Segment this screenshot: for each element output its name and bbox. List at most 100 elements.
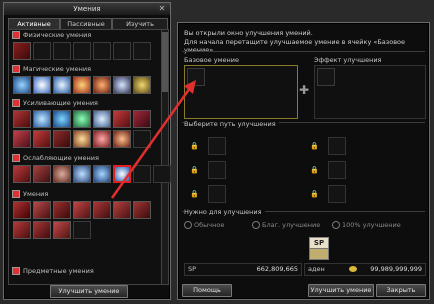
skill-list-scrollbar[interactable]	[161, 29, 169, 285]
adena-box: аден 99,989,999,999	[304, 263, 426, 276]
effect-label: Эффект улучшения	[314, 56, 382, 64]
help-button[interactable]: Помощь	[182, 284, 232, 297]
empty-slot[interactable]	[53, 42, 71, 60]
buff-skill-row	[13, 110, 151, 128]
skill-icon[interactable]	[33, 221, 51, 239]
section-debuff[interactable]: Ослабляющие умения	[12, 154, 99, 163]
empty-slot[interactable]	[93, 42, 111, 60]
adena-icon	[349, 266, 357, 272]
tab-active[interactable]: Активные	[8, 18, 60, 29]
sp-box: SP 662,809,665	[184, 263, 302, 276]
skill-icon[interactable]	[93, 165, 111, 183]
radio-100[interactable]: 100% улучшение	[332, 221, 401, 229]
radio-icon	[252, 221, 260, 229]
skill-icon[interactable]	[73, 201, 91, 219]
skill-icon[interactable]	[93, 110, 111, 128]
skill-icon[interactable]	[113, 76, 131, 94]
skill-icon[interactable]	[113, 130, 131, 148]
empty-slot[interactable]	[133, 165, 151, 183]
skill-icon[interactable]	[33, 110, 51, 128]
section-buff[interactable]: Усиливающие умения	[12, 99, 98, 108]
skill-icon[interactable]	[33, 165, 51, 183]
skill-icon[interactable]	[73, 110, 91, 128]
skill-icon[interactable]	[93, 201, 111, 219]
sp-label: SP	[188, 265, 197, 273]
path-slot[interactable]	[208, 185, 226, 203]
lock-icon: 🔒	[310, 190, 319, 198]
empty-slot[interactable]	[133, 42, 151, 60]
divider	[182, 51, 425, 52]
learn-skill-button[interactable]: Улучшить умение	[50, 285, 128, 298]
section-item-skills[interactable]: Предметные умения	[12, 267, 94, 276]
path-slot[interactable]	[328, 185, 346, 203]
radio-icon	[332, 221, 340, 229]
close-button[interactable]: Закрыть	[376, 284, 426, 297]
empty-slot[interactable]	[113, 42, 131, 60]
radio-blessed[interactable]: Благ. улучшение	[252, 221, 320, 229]
empty-slot[interactable]	[133, 130, 151, 148]
collapse-icon[interactable]	[12, 31, 20, 39]
tab-passive[interactable]: Пассивные	[60, 18, 112, 29]
skill-icon[interactable]	[13, 221, 31, 239]
skill-icon[interactable]	[13, 165, 31, 183]
skill-icon[interactable]	[73, 76, 91, 94]
skills-window: Умения ✕ Активные Пассивные Изучить умен…	[3, 2, 171, 300]
section-label: Физические умения	[23, 31, 92, 39]
skill-icon[interactable]	[13, 42, 31, 60]
skill-icon[interactable]	[13, 130, 31, 148]
skill-icon[interactable]	[53, 201, 71, 219]
skill-icon[interactable]	[33, 201, 51, 219]
section-skills[interactable]: Умения	[12, 190, 48, 199]
empty-slot[interactable]	[73, 221, 91, 239]
skill-icon[interactable]	[33, 130, 51, 148]
skill-icon[interactable]	[53, 110, 71, 128]
skills-row	[13, 201, 151, 219]
skill-icon[interactable]	[53, 76, 71, 94]
skill-icon[interactable]	[133, 76, 151, 94]
skill-icon[interactable]	[53, 165, 71, 183]
close-icon[interactable]: ✕	[157, 4, 167, 14]
base-skill-slot[interactable]	[187, 68, 205, 86]
skills-row-2	[13, 221, 91, 239]
radio-icon	[184, 221, 192, 229]
skill-icon[interactable]	[13, 201, 31, 219]
enhance-button[interactable]: Улучшить умение	[308, 284, 374, 297]
skill-icon[interactable]	[73, 165, 91, 183]
empty-slot[interactable]	[33, 42, 51, 60]
section-magic[interactable]: Магические умения	[12, 65, 91, 74]
collapse-icon[interactable]	[12, 267, 20, 275]
skill-icon[interactable]	[133, 110, 151, 128]
collapse-icon[interactable]	[12, 154, 20, 162]
skill-icon[interactable]	[13, 76, 31, 94]
path-slot[interactable]	[328, 161, 346, 179]
skill-icon[interactable]	[33, 76, 51, 94]
skill-icon[interactable]	[73, 130, 91, 148]
skill-icon[interactable]	[53, 221, 71, 239]
skill-icon[interactable]	[93, 130, 111, 148]
path-slot[interactable]	[208, 161, 226, 179]
empty-slot[interactable]	[73, 42, 91, 60]
skill-icon[interactable]	[93, 76, 111, 94]
section-label: Ослабляющие умения	[23, 154, 99, 162]
scroll-thumb[interactable]	[162, 32, 168, 92]
collapse-icon[interactable]	[12, 65, 20, 73]
lock-icon: 🔒	[190, 142, 199, 150]
skill-icon[interactable]	[113, 110, 131, 128]
path-slot[interactable]	[208, 137, 226, 155]
path-slot[interactable]	[328, 137, 346, 155]
effect-slot	[317, 68, 335, 86]
tab-learn[interactable]: Изучить умение	[112, 18, 168, 38]
skill-icon[interactable]	[133, 201, 151, 219]
skill-icon[interactable]	[113, 201, 131, 219]
debuff-skill-row	[13, 165, 171, 183]
buff-skill-row-2	[13, 130, 151, 148]
radio-normal[interactable]: Обычное	[184, 221, 224, 229]
section-physical[interactable]: Физические умения	[12, 31, 91, 40]
collapse-icon[interactable]	[12, 99, 20, 107]
skill-icon[interactable]	[13, 110, 31, 128]
path-grid: 🔒 🔒 🔒 🔒 🔒 🔒	[184, 131, 424, 203]
collapse-icon[interactable]	[12, 190, 20, 198]
empty-slot[interactable]	[153, 165, 171, 183]
skill-icon[interactable]	[53, 130, 71, 148]
skill-icon-highlighted[interactable]	[113, 165, 131, 183]
